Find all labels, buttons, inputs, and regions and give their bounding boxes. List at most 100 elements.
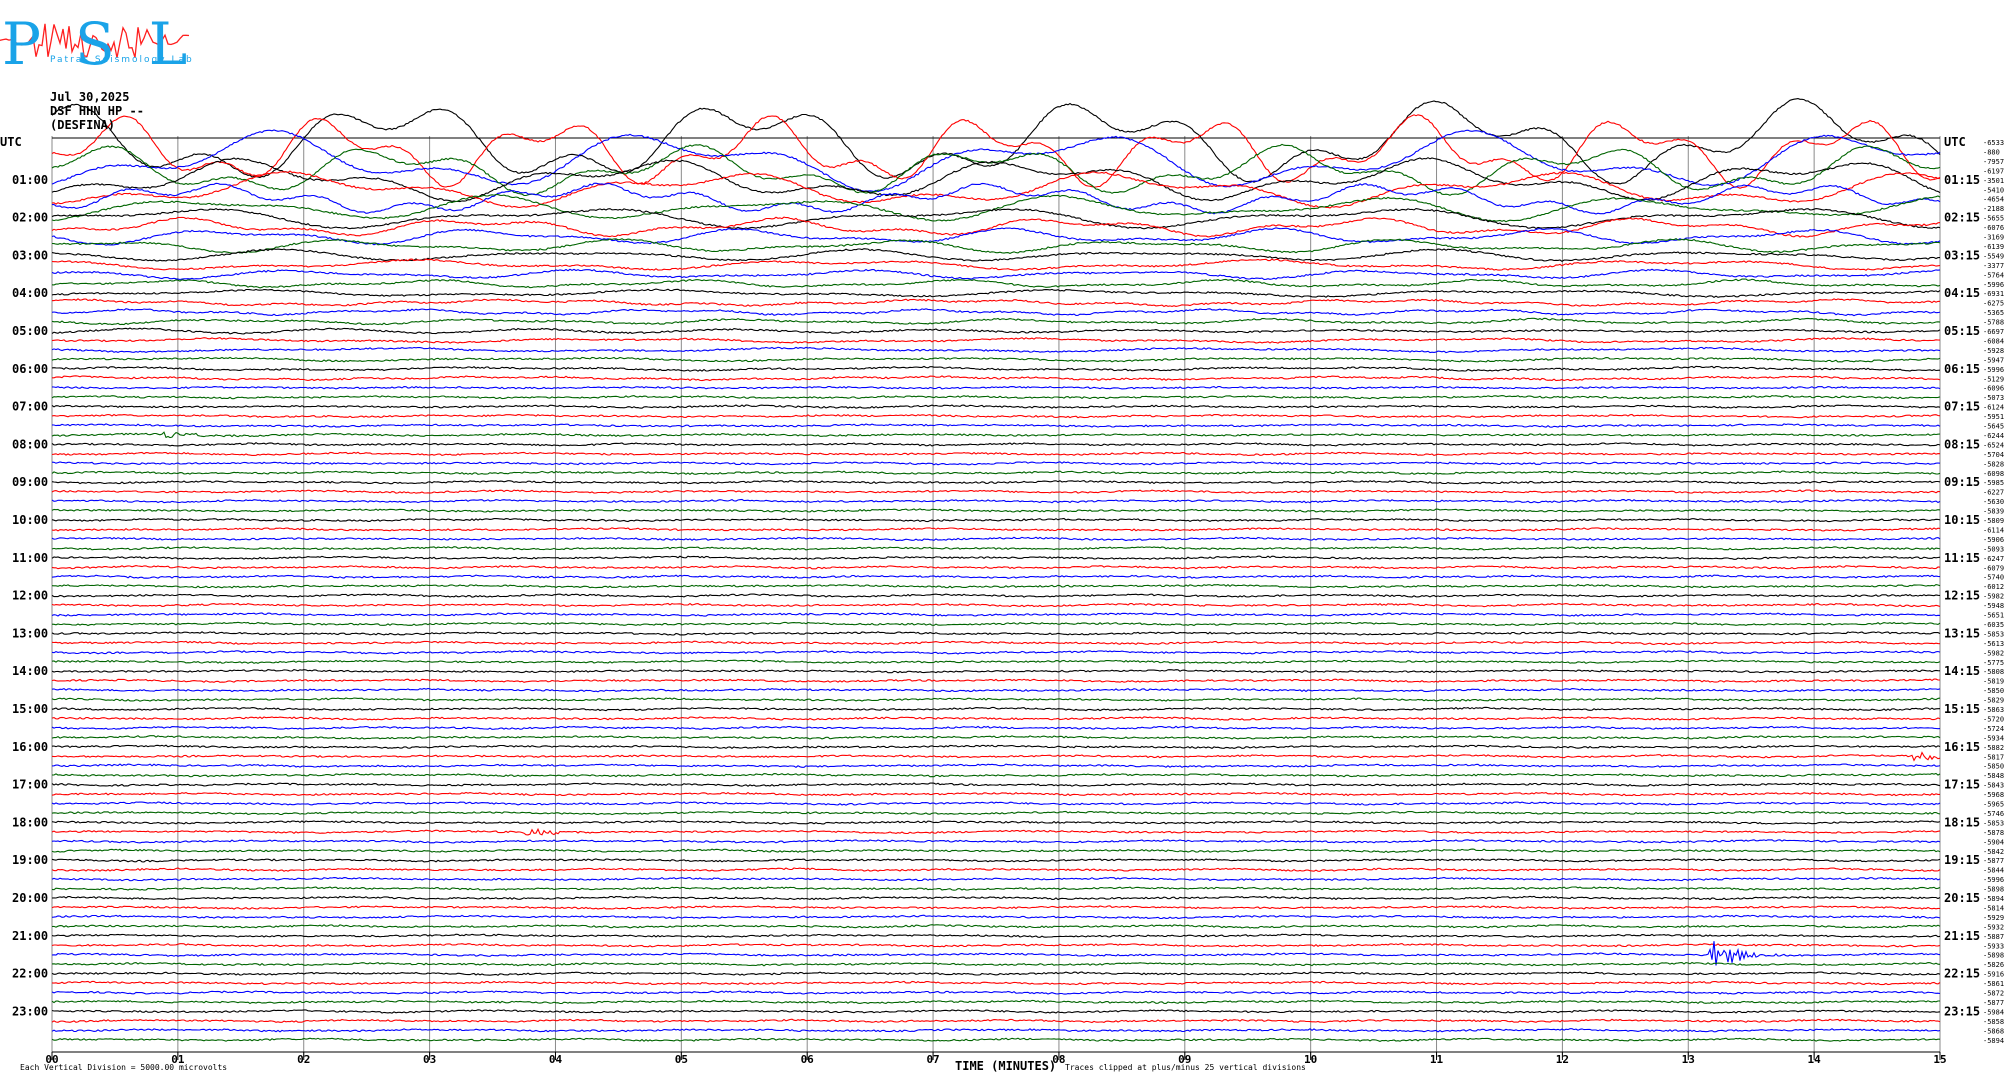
trace-offset-label: -5775 xyxy=(1983,659,2004,667)
trace-offset-label: -5906 xyxy=(1983,536,2004,544)
trace-offset-label: -5996 xyxy=(1983,281,2004,289)
trace-line xyxy=(51,751,1941,762)
trace-line xyxy=(51,706,1940,712)
trace-offset-label: -5850 xyxy=(1983,763,2004,771)
x-tick-label: 04 xyxy=(549,1053,563,1066)
left-time-label: 08:00 xyxy=(12,437,48,451)
trace-line xyxy=(51,631,1941,636)
trace-offset-label: -4654 xyxy=(1983,196,2004,204)
trace-line xyxy=(51,470,1941,475)
trace-offset-label: -7957 xyxy=(1983,158,2004,166)
trace-offset-label: -5842 xyxy=(1983,848,2004,856)
trace-offset-label: -5073 xyxy=(1983,394,2004,402)
trace-offset-label: -5724 xyxy=(1983,725,2004,733)
right-time-label: 19:15 xyxy=(1944,853,1980,867)
seismic-traces xyxy=(51,98,1941,1042)
left-time-label: 16:00 xyxy=(12,740,48,754)
trace-offset-label: -5645 xyxy=(1983,423,2004,431)
left-time-label: 20:00 xyxy=(12,891,48,905)
left-time-label: 10:00 xyxy=(12,513,48,527)
right-time-label: 18:15 xyxy=(1944,815,1980,829)
trace-line xyxy=(51,858,1941,863)
trace-offset-label: -5720 xyxy=(1983,715,2004,723)
right-time-label: 14:15 xyxy=(1944,664,1980,678)
trace-offset-label: -5951 xyxy=(1983,413,2004,421)
trace-offset-label: -5410 xyxy=(1983,186,2004,194)
right-time-label: 08:15 xyxy=(1944,437,1980,451)
trace-offset-label: -5968 xyxy=(1983,791,2004,799)
x-tick-label: 02 xyxy=(297,1053,310,1066)
trace-offset-label: -5839 xyxy=(1983,508,2004,516)
clipping-note: Traces clipped at plus/minus 25 vertical… xyxy=(1065,1063,1306,1072)
trace-line xyxy=(51,867,1941,872)
trace-offset-label: -5630 xyxy=(1983,498,2004,506)
right-time-label: 21:15 xyxy=(1944,929,1980,943)
trace-offset-label: -5894 xyxy=(1983,1037,2004,1045)
left-time-label: 13:00 xyxy=(12,626,48,640)
trace-offset-label: -5985 xyxy=(1983,479,2004,487)
trace-line xyxy=(51,227,1941,246)
trace-offset-label: -5916 xyxy=(1983,971,2004,979)
trace-offset-label: -5746 xyxy=(1983,810,2004,818)
right-time-label: 03:15 xyxy=(1944,248,1980,262)
trace-line xyxy=(51,508,1941,513)
trace-line xyxy=(51,356,1941,363)
trace-line xyxy=(51,621,1941,627)
psl-logo: PSL Patras Seismology Lab xyxy=(0,10,221,78)
trace-line xyxy=(51,423,1941,428)
left-time-label: 12:00 xyxy=(12,589,48,603)
right-time-label: 10:15 xyxy=(1944,513,1980,527)
trace-line xyxy=(52,772,1941,778)
trace-offset-label: -5853 xyxy=(1983,630,2004,638)
trace-offset-label: -3377 xyxy=(1983,262,2004,270)
left-time-label: 19:00 xyxy=(12,853,48,867)
trace-line xyxy=(51,961,1941,967)
right-time-label: 20:15 xyxy=(1944,891,1980,905)
right-time-label: 16:15 xyxy=(1944,740,1980,754)
left-time-label: 01:00 xyxy=(12,173,48,187)
trace-offset-label: -5788 xyxy=(1983,319,2004,327)
trace-offset-label: -5764 xyxy=(1983,271,2004,279)
right-time-label: 01:15 xyxy=(1944,173,1980,187)
trace-offset-label: -5898 xyxy=(1983,952,2004,960)
trace-offset-label: -5814 xyxy=(1983,904,2004,912)
trace-offset-label: -6098 xyxy=(1983,470,2004,478)
right-time-labels: 01:15 02:15 03:15 04:15 05:15 06:15 07:15 08:15… xyxy=(1944,173,1980,1019)
trace-offset-labels: -6533-880 -7957-6197 -3501-5410 -4654-2188 -… xyxy=(1983,139,2004,1045)
trace-offset-label: -5844 xyxy=(1983,867,2004,875)
trace-line xyxy=(51,839,1941,844)
trace-offset-label: -6114 xyxy=(1983,526,2004,534)
logo-letters: PSL xyxy=(2,10,221,78)
trace-line xyxy=(51,895,1941,901)
trace-offset-label: -6931 xyxy=(1983,290,2004,298)
x-tick-label: 12 xyxy=(1556,1053,1569,1066)
trace-line xyxy=(51,327,1941,335)
trace-offset-label: -5704 xyxy=(1983,451,2004,459)
trace-offset-label: -6139 xyxy=(1983,243,2004,251)
minute-gridlines xyxy=(51,136,1941,1058)
right-time-label: 09:15 xyxy=(1944,475,1980,489)
right-time-label: 06:15 xyxy=(1944,362,1980,376)
trace-line xyxy=(51,517,1941,523)
trace-line xyxy=(51,413,1941,419)
x-tick-label: 14 xyxy=(1808,1053,1822,1066)
trace-offset-label: -6012 xyxy=(1983,583,2004,591)
trace-offset-label: -6076 xyxy=(1983,224,2004,232)
trace-line xyxy=(51,1018,1941,1024)
trace-offset-label: -5996 xyxy=(1983,366,2004,374)
x-tick-label: 07 xyxy=(926,1053,939,1066)
left-time-label: 02:00 xyxy=(12,211,48,225)
trace-line xyxy=(51,527,1941,532)
right-time-label: 02:15 xyxy=(1944,211,1980,225)
trace-line xyxy=(51,461,1941,466)
x-tick-label: 11 xyxy=(1430,1053,1444,1066)
trace-offset-label: -6197 xyxy=(1983,167,2004,175)
trace-offset-label: -3501 xyxy=(1983,177,2004,185)
trace-line xyxy=(51,268,1941,281)
trace-offset-label: -5740 xyxy=(1983,574,2004,582)
right-axis-title: UTC xyxy=(1944,135,1966,149)
right-time-label: 11:15 xyxy=(1944,551,1980,565)
trace-offset-label: -6524 xyxy=(1983,441,2004,449)
trace-line xyxy=(51,237,1941,254)
trace-line xyxy=(51,801,1941,806)
